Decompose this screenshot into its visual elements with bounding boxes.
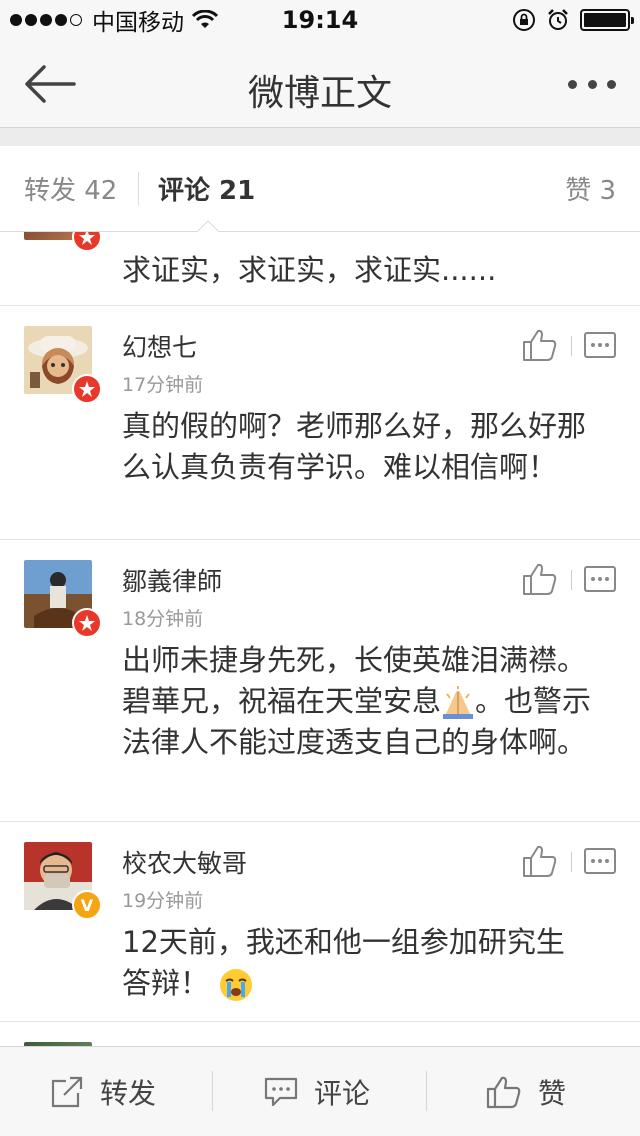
ellipsis-box-icon <box>584 332 616 358</box>
action-divider <box>571 570 572 590</box>
alarm-icon <box>548 9 568 30</box>
comment-username[interactable]: 校农大敏哥 <box>122 844 247 880</box>
section-gap <box>0 128 640 146</box>
comment-item: 幻想七 17分钟前 真的假的啊？老师那么好，那么好那么认真负责有学识。难以相信啊… <box>0 306 640 540</box>
status-bar: 中国移动 19:14 <box>0 0 640 40</box>
ellipsis-box-icon <box>584 566 616 592</box>
comment-text: 出师未捷身先死，长使英雄泪满襟。碧華兄，祝福在天堂安息 。也警示法律人不能过度透… <box>122 640 592 763</box>
comment-bubble-icon <box>264 1077 298 1107</box>
comment-item <box>0 1022 640 1046</box>
comment-list[interactable]: 求证实，求证实，求证实...... 幻想七 17分钟前 真的假的啊？老师那么好，… <box>0 232 640 1046</box>
verified-badge-icon <box>72 232 102 252</box>
comment-username[interactable]: 幻想七 <box>122 328 197 364</box>
comment-item: V 校农大敏哥 19分钟前 12天前，我还和他一组参加研究生答辩！ <box>0 822 640 1022</box>
comment-text: 求证实，求证实，求证实...... <box>122 253 497 287</box>
more-dot-icon <box>607 79 616 89</box>
more-dot-icon <box>568 79 577 89</box>
comment-text: 真的假的啊？老师那么好，那么好那么认真负责有学识。难以相信啊！ <box>122 409 587 484</box>
comment-time: 18分钟前 <box>122 608 204 630</box>
ellipsis-box-icon <box>584 848 616 874</box>
verified-badge-icon <box>72 608 102 638</box>
bar-divider <box>426 1071 427 1111</box>
comment-text: 12天前，我还和他一组参加研究生答辩！ <box>122 922 592 1004</box>
like-label: 赞 <box>538 1077 567 1110</box>
rotation-lock-icon <box>513 9 535 31</box>
repost-button[interactable]: 转发 <box>50 1047 156 1136</box>
tab-comment[interactable]: 评论 21 <box>158 170 255 207</box>
back-button[interactable] <box>22 62 78 106</box>
verified-badge-icon <box>72 374 102 404</box>
action-divider <box>571 336 572 356</box>
praying-hands-icon <box>443 686 474 719</box>
battery-icon <box>580 9 634 31</box>
like-button[interactable] <box>522 562 558 596</box>
comment-username[interactable]: 鄒義律師 <box>122 562 222 598</box>
comment-menu-button[interactable] <box>584 330 616 360</box>
like-post-button[interactable]: 赞 <box>486 1047 566 1136</box>
comment-button[interactable]: 评论 <box>264 1047 370 1136</box>
comment-item: 求证实，求证实，求证实...... <box>0 232 640 306</box>
like-button[interactable] <box>522 844 558 878</box>
comment-item: 鄒義律師 18分钟前 出师未捷身先死，长使英雄泪满襟。碧華兄，祝福在天堂安息 。… <box>0 540 640 822</box>
comment-time: 17分钟前 <box>122 374 204 396</box>
thumbs-up-icon <box>523 845 557 877</box>
thumbs-up-icon <box>523 329 557 361</box>
nav-bar: 微博正文 <box>0 40 640 128</box>
verified-v-badge-icon: V <box>72 890 102 920</box>
share-icon <box>51 1076 83 1108</box>
crying-face-icon <box>220 969 253 1001</box>
tab-indicator-caret <box>196 220 220 233</box>
back-arrow-icon <box>25 65 76 103</box>
more-dot-icon <box>587 79 597 89</box>
tab-divider <box>138 172 139 206</box>
more-options-button[interactable] <box>568 76 616 92</box>
thumbs-up-icon <box>523 563 557 595</box>
repost-label: 转发 <box>100 1077 157 1110</box>
thumbs-up-icon <box>486 1076 521 1109</box>
comment-text-part: 12天前，我还和他一组参加研究生答辩！ <box>122 925 565 1000</box>
comment-menu-button[interactable] <box>584 846 616 876</box>
tab-repost[interactable]: 转发 42 <box>24 170 117 207</box>
tab-like[interactable]: 赞 3 <box>565 170 616 207</box>
action-divider <box>571 852 572 872</box>
status-right <box>512 8 634 32</box>
bottom-action-bar: 转发 评论 赞 <box>0 1046 640 1136</box>
bar-divider <box>212 1071 213 1111</box>
page-title: 微博正文 <box>247 73 392 114</box>
comment-label: 评论 <box>314 1077 371 1110</box>
comment-time: 19分钟前 <box>122 890 204 912</box>
comment-menu-button[interactable] <box>584 564 616 594</box>
like-button[interactable] <box>522 328 558 362</box>
tab-bar: 转发 42 评论 21 赞 3 <box>0 146 640 233</box>
